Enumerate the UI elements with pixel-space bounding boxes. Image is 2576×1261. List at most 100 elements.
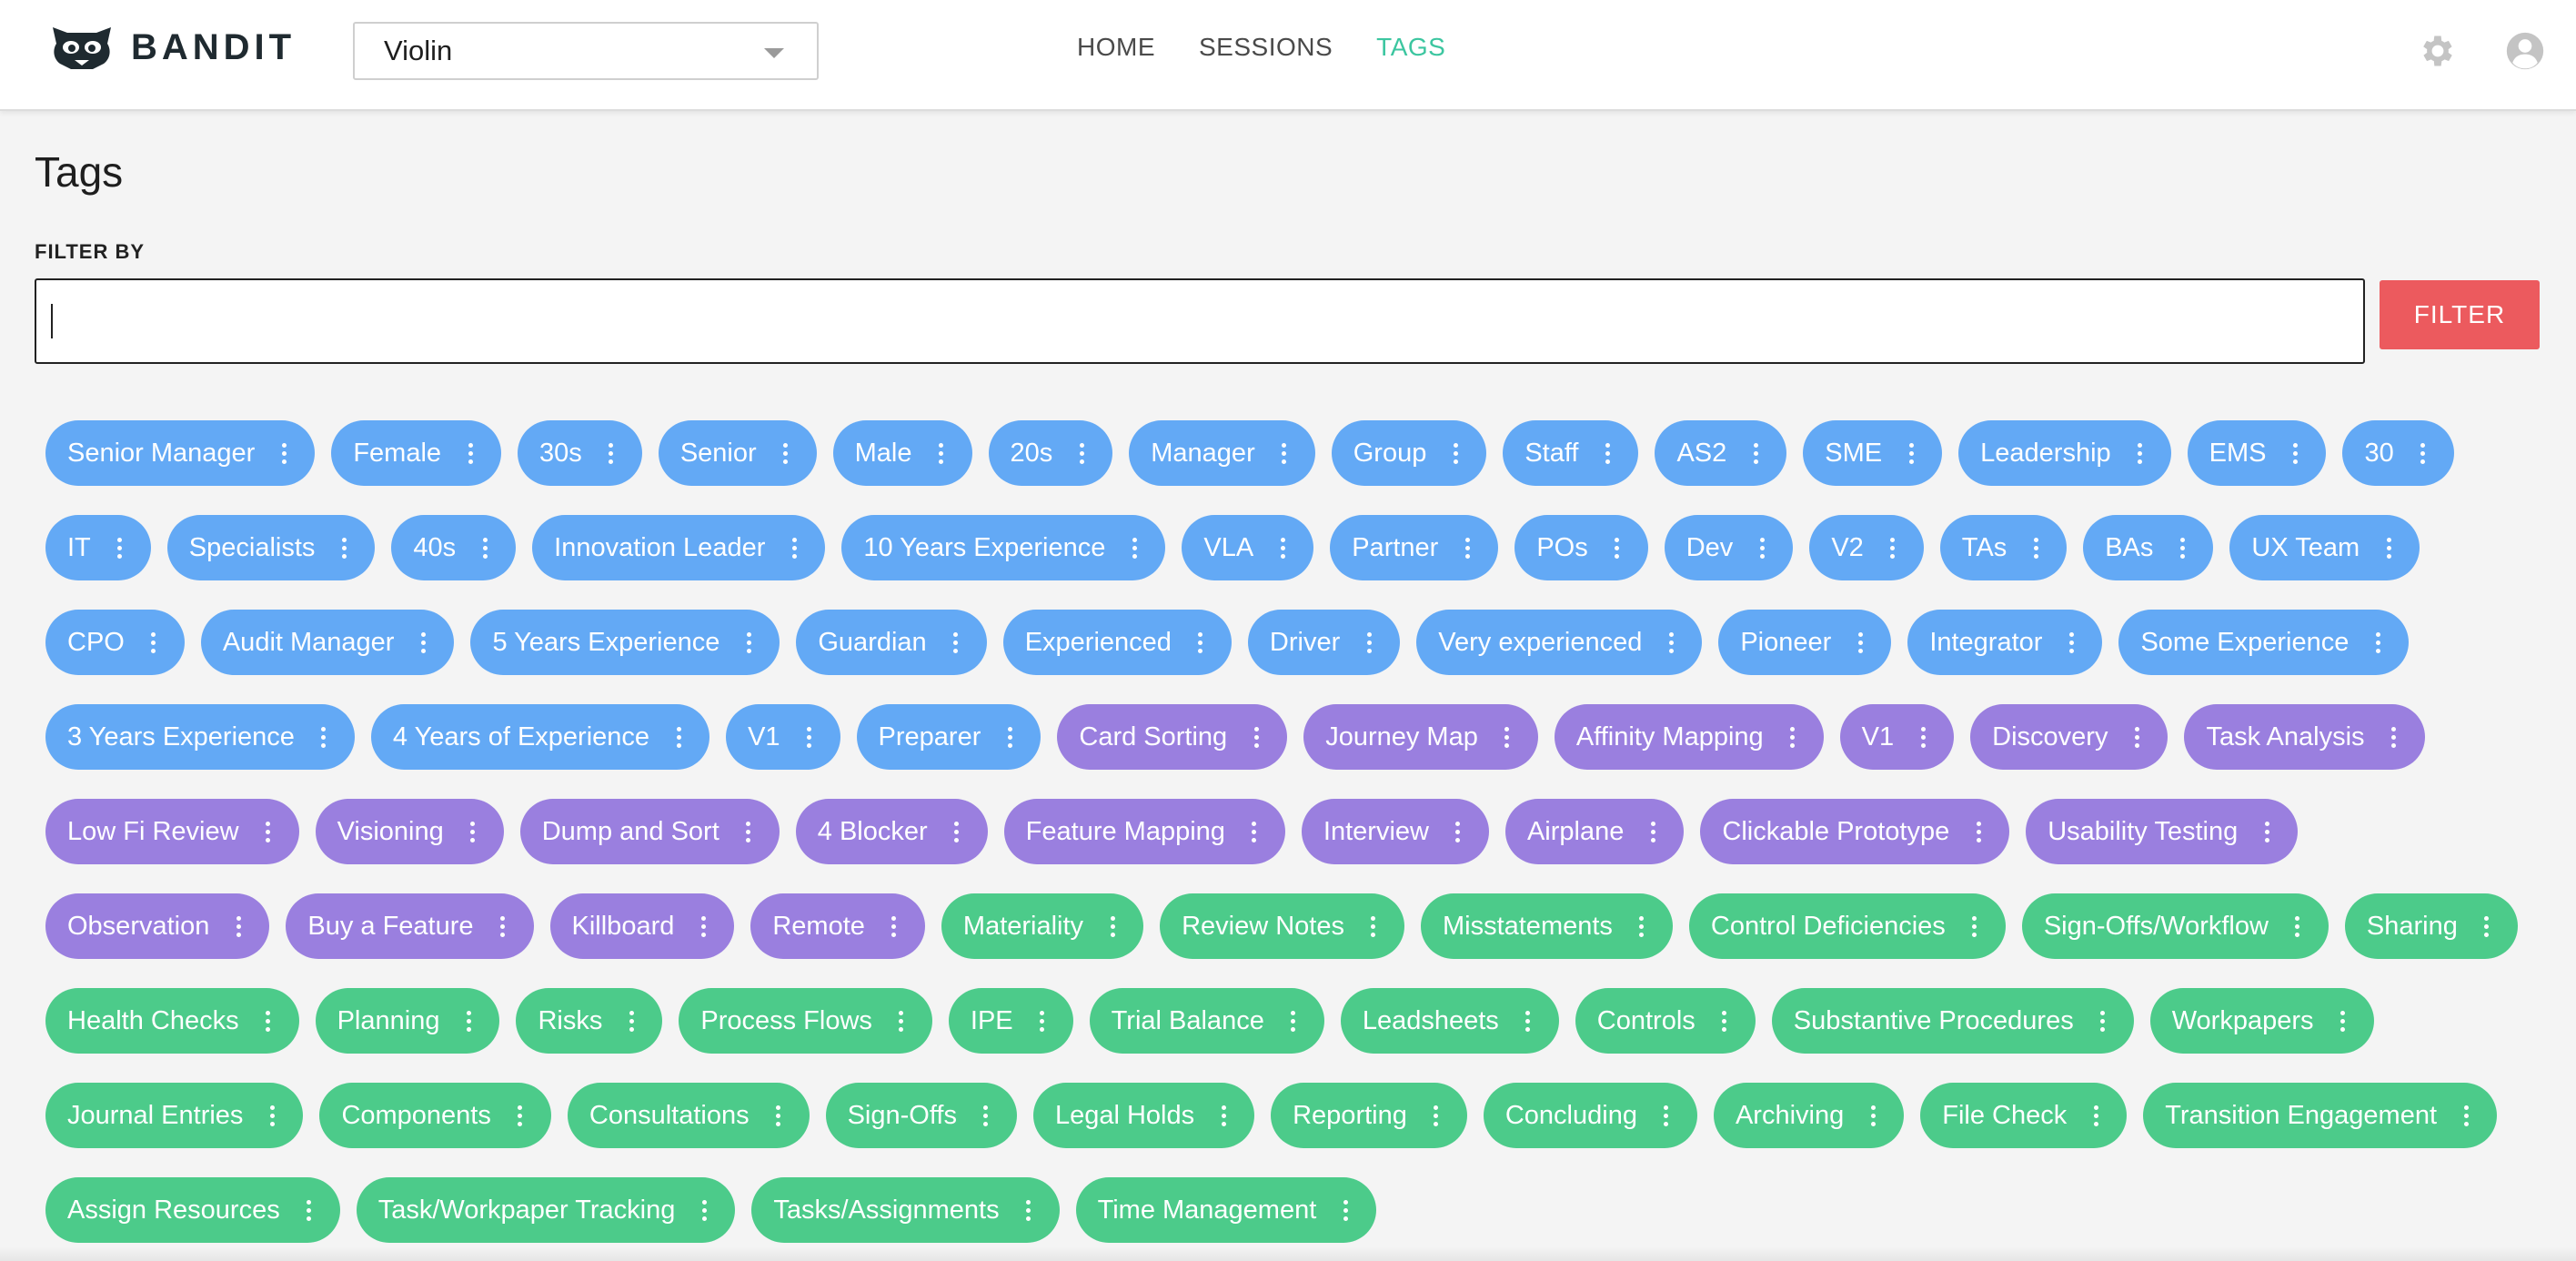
kebab-menu-icon[interactable]: [785, 530, 803, 566]
kebab-menu-icon[interactable]: [885, 908, 903, 944]
bandit-logo[interactable]: BANDIT: [47, 24, 296, 71]
tag-chip[interactable]: Staff: [1503, 420, 1639, 486]
tag-chip[interactable]: VLA: [1182, 515, 1314, 580]
tag-chip[interactable]: 3 Years Experience: [45, 704, 355, 770]
tag-chip[interactable]: Leadership: [1958, 420, 2171, 486]
tag-chip[interactable]: Driver: [1247, 610, 1401, 675]
kebab-menu-icon[interactable]: [1275, 435, 1293, 471]
session-dropdown[interactable]: Violin: [353, 22, 819, 80]
kebab-menu-icon[interactable]: [977, 1097, 995, 1134]
kebab-menu-icon[interactable]: [1746, 435, 1765, 471]
kebab-menu-icon[interactable]: [1966, 908, 1984, 944]
tag-chip[interactable]: Visioning: [315, 799, 504, 864]
kebab-menu-icon[interactable]: [740, 813, 758, 850]
tag-chip[interactable]: Time Management: [1075, 1177, 1377, 1243]
tag-chip[interactable]: CPO: [45, 610, 185, 675]
nav-sessions[interactable]: SESSIONS: [1199, 33, 1333, 69]
tag-chip[interactable]: 30s: [518, 420, 642, 486]
kebab-menu-icon[interactable]: [695, 1192, 713, 1228]
filter-button[interactable]: FILTER: [2380, 280, 2540, 349]
tag-chip[interactable]: Planning: [315, 988, 500, 1054]
tag-chip[interactable]: V1: [726, 704, 840, 770]
kebab-menu-icon[interactable]: [1001, 719, 1019, 755]
tag-chip[interactable]: Review Notes: [1160, 893, 1404, 959]
kebab-menu-icon[interactable]: [1458, 530, 1476, 566]
kebab-menu-icon[interactable]: [1245, 813, 1263, 850]
kebab-menu-icon[interactable]: [932, 435, 951, 471]
tag-chip[interactable]: Leadsheets: [1340, 988, 1559, 1054]
kebab-menu-icon[interactable]: [740, 624, 758, 661]
kebab-menu-icon[interactable]: [1214, 1097, 1233, 1134]
kebab-menu-icon[interactable]: [459, 1003, 478, 1039]
tag-chip[interactable]: Manager: [1129, 420, 1315, 486]
kebab-menu-icon[interactable]: [1969, 813, 1987, 850]
kebab-menu-icon[interactable]: [1716, 1003, 1734, 1039]
kebab-menu-icon[interactable]: [1284, 1003, 1303, 1039]
tag-chip[interactable]: Dev: [1664, 515, 1794, 580]
kebab-menu-icon[interactable]: [2131, 435, 2149, 471]
kebab-menu-icon[interactable]: [1598, 435, 1616, 471]
tag-chip[interactable]: Specialists: [166, 515, 376, 580]
tag-chip[interactable]: POs: [1514, 515, 1648, 580]
kebab-menu-icon[interactable]: [259, 1003, 277, 1039]
kebab-menu-icon[interactable]: [259, 813, 277, 850]
tag-chip[interactable]: Low Fi Review: [45, 799, 299, 864]
kebab-menu-icon[interactable]: [1662, 624, 1680, 661]
tag-chip[interactable]: Task Analysis: [2184, 704, 2425, 770]
tag-chip[interactable]: 20s: [988, 420, 1113, 486]
tag-chip[interactable]: File Check: [1920, 1083, 2128, 1148]
kebab-menu-icon[interactable]: [145, 624, 163, 661]
tag-chip[interactable]: Male: [832, 420, 972, 486]
tag-chip[interactable]: Clickable Prototype: [1700, 799, 2010, 864]
kebab-menu-icon[interactable]: [1914, 719, 1932, 755]
tag-chip[interactable]: Sign-Offs: [825, 1083, 1017, 1148]
kebab-menu-icon[interactable]: [494, 908, 512, 944]
kebab-menu-icon[interactable]: [2173, 530, 2191, 566]
kebab-menu-icon[interactable]: [2369, 624, 2387, 661]
tag-chip[interactable]: Dump and Sort: [519, 799, 780, 864]
tag-chip[interactable]: Trial Balance: [1089, 988, 1324, 1054]
tag-chip[interactable]: Misstatements: [1420, 893, 1673, 959]
kebab-menu-icon[interactable]: [2414, 435, 2432, 471]
tag-chip[interactable]: Archiving: [1713, 1083, 1905, 1148]
kebab-menu-icon[interactable]: [948, 813, 966, 850]
tag-chip[interactable]: Very experienced: [1416, 610, 1703, 675]
kebab-menu-icon[interactable]: [2027, 530, 2045, 566]
tag-chip[interactable]: Some Experience: [2118, 610, 2410, 675]
tag-chip[interactable]: 4 Years of Experience: [370, 704, 710, 770]
tag-chip[interactable]: Senior: [658, 420, 817, 486]
kebab-menu-icon[interactable]: [1784, 719, 1802, 755]
tag-chip[interactable]: Usability Testing: [2026, 799, 2299, 864]
kebab-menu-icon[interactable]: [2457, 1097, 2475, 1134]
kebab-menu-icon[interactable]: [800, 719, 819, 755]
tag-chip[interactable]: BAs: [2083, 515, 2214, 580]
kebab-menu-icon[interactable]: [229, 908, 247, 944]
kebab-menu-icon[interactable]: [1020, 1192, 1038, 1228]
tag-chip[interactable]: Materiality: [941, 893, 1144, 959]
kebab-menu-icon[interactable]: [1273, 530, 1292, 566]
tag-chip[interactable]: Transition Engagement: [2143, 1083, 2498, 1148]
kebab-menu-icon[interactable]: [770, 1097, 788, 1134]
kebab-menu-icon[interactable]: [2286, 435, 2304, 471]
tag-chip[interactable]: Process Flows: [679, 988, 932, 1054]
tag-chip[interactable]: Workpapers: [2149, 988, 2374, 1054]
tag-chip[interactable]: Experienced: [1002, 610, 1232, 675]
tag-chip[interactable]: Health Checks: [45, 988, 299, 1054]
nav-home[interactable]: HOME: [1077, 33, 1155, 69]
kebab-menu-icon[interactable]: [2380, 530, 2398, 566]
kebab-menu-icon[interactable]: [2258, 813, 2276, 850]
tag-chip[interactable]: 4 Blocker: [795, 799, 988, 864]
kebab-menu-icon[interactable]: [1336, 1192, 1354, 1228]
filter-input[interactable]: [35, 278, 2365, 364]
tag-chip[interactable]: Killboard: [549, 893, 735, 959]
kebab-menu-icon[interactable]: [1851, 624, 1869, 661]
tag-chip[interactable]: Risks: [516, 988, 663, 1054]
kebab-menu-icon[interactable]: [414, 624, 432, 661]
kebab-menu-icon[interactable]: [694, 908, 712, 944]
kebab-menu-icon[interactable]: [2289, 908, 2307, 944]
kebab-menu-icon[interactable]: [315, 719, 333, 755]
tag-chip[interactable]: Journey Map: [1303, 704, 1538, 770]
tag-chip[interactable]: Sharing: [2344, 893, 2518, 959]
tag-chip[interactable]: Components: [319, 1083, 551, 1148]
tag-chip[interactable]: 10 Years Experience: [841, 515, 1166, 580]
